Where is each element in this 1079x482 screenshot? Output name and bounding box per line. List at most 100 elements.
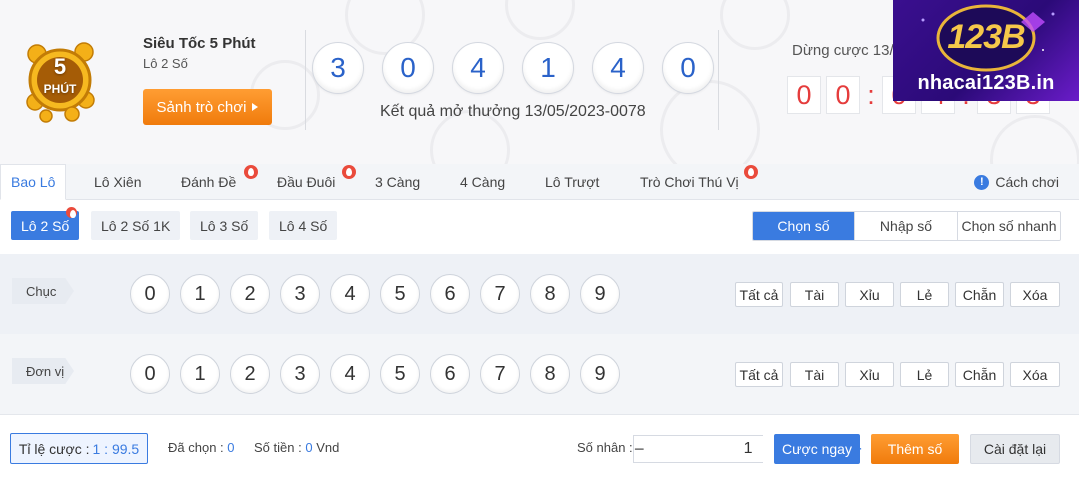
mode-chon-so-nhanh[interactable]: Chọn số nhanh [958, 212, 1060, 240]
tab-4-cang[interactable]: 4 Càng [460, 164, 505, 200]
subtab-lo-3-so[interactable]: Lô 3 Số [190, 211, 259, 240]
result-caption: Kết quả mở thưởng 13/05/2023-0078 [380, 103, 646, 120]
select-big-button[interactable]: Tài [790, 282, 839, 307]
divider [718, 30, 719, 130]
brand-logo-text: 123B [947, 18, 1025, 56]
number-ball[interactable]: 7 [480, 274, 520, 314]
brand-site-name: nhacai123B.in [917, 72, 1055, 94]
game-header: 5 PHÚT Siêu Tốc 5 Phút Lô 2 Số Sảnh trò … [0, 0, 1079, 164]
hot-fire-icon [244, 165, 258, 179]
subtab-label: Lô 2 Số 1K [101, 217, 171, 234]
hot-fire-icon [342, 165, 356, 179]
bet-footer: Tỉ lệ cược : 1 : 99.5 Đã chọn : 0 Số tiề… [0, 414, 1079, 482]
tab-dau-duoi[interactable]: Đầu Đuôi [277, 164, 335, 200]
logo-number: 5 [53, 54, 67, 79]
tab-label: Lô Trượt [545, 174, 600, 190]
decrease-button[interactable]: − [634, 436, 645, 462]
odds-box: Tỉ lệ cược : 1 : 99.5 [10, 433, 148, 464]
number-ball[interactable]: 6 [430, 354, 470, 394]
background-ball-decoration [660, 80, 760, 164]
tab-lo-truot[interactable]: Lô Trượt [545, 164, 599, 200]
number-ball[interactable]: 0 [130, 274, 170, 314]
select-even-button[interactable]: Chẵn [955, 282, 1004, 307]
number-ball[interactable]: 6 [430, 274, 470, 314]
number-ball[interactable]: 9 [580, 274, 620, 314]
subtab-lo-2-so-1k[interactable]: Lô 2 Số 1K [91, 211, 181, 240]
mode-label: Nhập số [879, 218, 933, 234]
subtab-label: Lô 3 Số [200, 217, 249, 234]
add-number-button[interactable]: Thêm số [871, 434, 959, 464]
number-ball[interactable]: 3 [280, 274, 320, 314]
clear-button[interactable]: Xóa [1010, 282, 1060, 307]
coin-logo-icon [26, 42, 95, 123]
tab-bao-lo[interactable]: Bao Lô [0, 164, 67, 200]
mode-label: Chọn số [777, 218, 830, 234]
amount-label: Số tiền : [254, 440, 302, 455]
lobby-button-label: Sảnh trò chơi [156, 98, 247, 116]
result-ball: 1 [522, 42, 574, 94]
bet-type-subtabs: Lô 2 Số Lô 2 Số 1K Lô 3 Số Lô 4 Số Chọn … [0, 200, 1079, 254]
select-odd-button[interactable]: Lẻ [900, 362, 949, 387]
number-ball[interactable]: 7 [480, 354, 520, 394]
number-ball[interactable]: 1 [180, 354, 220, 394]
subtab-lo-4-so[interactable]: Lô 4 Số [269, 211, 338, 240]
divider [305, 30, 306, 130]
number-ball[interactable]: 5 [380, 274, 420, 314]
number-ball[interactable]: 2 [230, 274, 270, 314]
number-ball[interactable]: 5 [380, 354, 420, 394]
tab-label: Trò Chơi Thú Vị [640, 174, 739, 190]
select-all-button[interactable]: Tất cả [735, 282, 783, 307]
selected-label: Đã chọn : [168, 440, 224, 455]
result-ball: 4 [452, 42, 504, 94]
play-arrow-icon [252, 103, 259, 111]
select-big-button[interactable]: Tài [790, 362, 839, 387]
number-ball[interactable]: 4 [330, 354, 370, 394]
tab-3-cang[interactable]: 3 Càng [375, 164, 420, 200]
number-ball[interactable]: 1 [180, 274, 220, 314]
tab-tro-choi-thu-vi[interactable]: Trò Chơi Thú Vị [640, 164, 739, 200]
amount-unit: Vnd [316, 440, 340, 455]
number-ball[interactable]: 2 [230, 354, 270, 394]
selected-value: 0 [227, 440, 235, 455]
tab-label: Đánh Đề [181, 174, 237, 190]
number-ball[interactable]: 8 [530, 274, 570, 314]
logo-caption: PHÚT [43, 82, 77, 96]
tab-label: Lô Xiên [94, 174, 142, 190]
background-ball-decoration [990, 115, 1079, 164]
select-odd-button[interactable]: Lẻ [900, 282, 949, 307]
select-all-button[interactable]: Tất cả [735, 362, 783, 387]
number-ball[interactable]: 3 [280, 354, 320, 394]
select-even-button[interactable]: Chẵn [955, 362, 1004, 387]
number-ball[interactable]: 8 [530, 354, 570, 394]
select-small-button[interactable]: Xỉu [845, 362, 894, 387]
subtab-label: Lô 4 Số [279, 217, 328, 234]
number-ball[interactable]: 0 [130, 354, 170, 394]
number-row-tens: Chục 0 1 2 3 4 5 6 7 8 9 Tất cả Tài Xỉu … [0, 254, 1079, 334]
number-ball[interactable]: 4 [330, 274, 370, 314]
result-ball: 0 [662, 42, 714, 94]
multiplier-stepper: − + [633, 435, 862, 463]
select-small-button[interactable]: Xỉu [845, 282, 894, 307]
how-to-play-link[interactable]: ! Cách chơi [974, 164, 1059, 200]
multiplier-label: Số nhân : [577, 440, 633, 455]
how-to-play-label: Cách chơi [995, 174, 1059, 190]
mode-nhap-so[interactable]: Nhập số [855, 212, 958, 240]
row-label: Đơn vị [12, 358, 74, 384]
background-ball-decoration [505, 0, 575, 40]
result-ball: 3 [312, 42, 364, 94]
bet-now-button[interactable]: Cược ngay [774, 434, 860, 464]
reset-button[interactable]: Cài đặt lại [970, 434, 1060, 464]
clear-button[interactable]: Xóa [1010, 362, 1060, 387]
tab-lo-xien[interactable]: Lô Xiên [94, 164, 141, 200]
amount-value: 0 [305, 440, 313, 455]
timer-digit: 0 [826, 76, 860, 114]
tab-danh-de[interactable]: Đánh Đề [181, 164, 236, 200]
result-ball: 4 [592, 42, 644, 94]
mode-chon-so[interactable]: Chọn số [753, 212, 855, 240]
number-ball[interactable]: 9 [580, 354, 620, 394]
brand-banner: 123B nhacai123B.in [893, 0, 1079, 101]
mode-label: Chọn số nhanh [961, 218, 1057, 234]
lobby-button[interactable]: Sảnh trò chơi [143, 89, 272, 125]
odds-value: 1 : 99.5 [92, 440, 140, 457]
odds-label: Tỉ lệ cược : [18, 440, 90, 457]
